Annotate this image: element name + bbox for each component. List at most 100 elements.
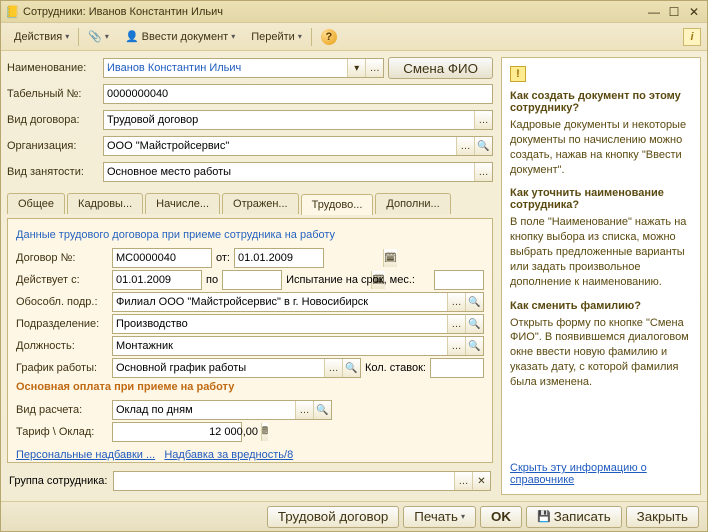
change-fio-button[interactable]: Смена ФИО: [388, 57, 493, 79]
trial-input[interactable]: [435, 271, 493, 289]
emp-type-label: Вид занятости:: [7, 166, 99, 178]
lookup-button[interactable]: 🔍: [342, 359, 360, 377]
group-field[interactable]: … ✕: [113, 471, 491, 491]
ellipsis-button[interactable]: …: [447, 315, 465, 333]
trial-field[interactable]: [434, 270, 484, 290]
rates-field[interactable]: ▾: [430, 358, 484, 378]
tabno-input[interactable]: [104, 85, 492, 103]
hazard-bonus-link[interactable]: Надбавка за вредность/8: [164, 449, 293, 461]
pay-type-field[interactable]: … 🔍: [112, 400, 332, 420]
minimize-button[interactable]: —: [645, 4, 663, 20]
lookup-button[interactable]: 🔍: [465, 337, 483, 355]
ellipsis-button[interactable]: …: [474, 111, 492, 129]
calc-button[interactable]: 🖩: [261, 423, 268, 441]
enter-document-label: Ввести документ: [142, 31, 229, 43]
position-field[interactable]: … 🔍: [112, 336, 484, 356]
ellipsis-button[interactable]: …: [447, 337, 465, 355]
division-input[interactable]: [113, 293, 447, 311]
toolbar-link-button[interactable]: 📎▾: [81, 27, 116, 46]
schedule-input[interactable]: [113, 359, 324, 377]
footer: Трудовой договор Печать ▾ OK 💾 Записать …: [1, 501, 707, 531]
tab-panel-contract: Данные трудового договора при приеме сот…: [7, 218, 493, 463]
contract-print-button[interactable]: Трудовой договор: [267, 506, 399, 528]
contract-no-field[interactable]: [112, 248, 212, 268]
help-q2: Как уточнить наименование сотрудника?: [510, 187, 692, 211]
tab-reflection[interactable]: Отражен...: [222, 193, 299, 214]
save-button[interactable]: 💾 Записать: [526, 506, 622, 528]
maximize-button[interactable]: ☐: [665, 4, 683, 20]
group-input[interactable]: [114, 472, 454, 490]
clear-button[interactable]: ✕: [472, 472, 490, 490]
help-a3: Открыть форму по кнопке "Смена ФИО". В п…: [510, 316, 692, 390]
pay-type-input[interactable]: [113, 401, 295, 419]
enter-document-button[interactable]: 👤 Ввести документ ▾: [118, 27, 242, 46]
ellipsis-button[interactable]: …: [295, 401, 313, 419]
goto-menu[interactable]: Перейти ▾: [244, 28, 309, 46]
help-a1: Кадровые документы и некоторые документы…: [510, 118, 692, 177]
ellipsis-button[interactable]: …: [456, 137, 474, 155]
info-toggle-button[interactable]: i: [683, 28, 701, 46]
lookup-button[interactable]: 🔍: [313, 401, 331, 419]
dept-label: Подразделение:: [16, 318, 108, 330]
emp-type-field[interactable]: …: [103, 162, 493, 182]
calendar-button[interactable]: 🗓: [383, 249, 397, 267]
tab-accruals[interactable]: Начисле...: [145, 193, 220, 214]
link-icon: 📎: [88, 30, 102, 43]
contract-type-input[interactable]: [104, 111, 474, 129]
pay-rate-input[interactable]: [113, 423, 261, 441]
ellipsis-button[interactable]: …: [454, 472, 472, 490]
division-field[interactable]: … 🔍: [112, 292, 484, 312]
ok-button[interactable]: OK: [480, 506, 522, 528]
valid-from-field[interactable]: 🗓: [112, 270, 202, 290]
tabno-field[interactable]: [103, 84, 493, 104]
chevron-down-icon: ▾: [298, 32, 302, 41]
ellipsis-button[interactable]: …: [474, 163, 492, 181]
contract-type-label: Вид договора:: [7, 114, 99, 126]
close-button[interactable]: Закрыть: [626, 506, 699, 528]
tab-additional[interactable]: Дополни...: [375, 193, 450, 214]
org-input[interactable]: [104, 137, 456, 155]
lookup-button[interactable]: 🔍: [465, 315, 483, 333]
position-input[interactable]: [113, 337, 447, 355]
help-q3: Как сменить фамилию?: [510, 300, 692, 312]
close-window-button[interactable]: ✕: [685, 4, 703, 20]
section-contract-data: Данные трудового договора при приеме сот…: [16, 229, 484, 241]
goto-label: Перейти: [251, 31, 295, 43]
save-icon: 💾: [537, 510, 551, 523]
chevron-down-icon: ▾: [231, 32, 235, 41]
ellipsis-button[interactable]: …: [447, 293, 465, 311]
schedule-field[interactable]: … 🔍: [112, 358, 361, 378]
pay-rate-field[interactable]: 🖩: [112, 422, 242, 442]
tab-contract[interactable]: Трудово...: [301, 194, 374, 215]
name-field[interactable]: ▾ …: [103, 58, 384, 78]
name-label: Наименование:: [7, 62, 99, 74]
personal-bonuses-link[interactable]: Персональные надбавки ...: [16, 449, 155, 461]
ellipsis-button[interactable]: …: [365, 59, 383, 77]
name-input[interactable]: [104, 59, 347, 77]
dept-field[interactable]: … 🔍: [112, 314, 484, 334]
tab-hr[interactable]: Кадровы...: [67, 193, 143, 214]
ellipsis-button[interactable]: …: [324, 359, 342, 377]
contract-type-field[interactable]: …: [103, 110, 493, 130]
help-button[interactable]: ?: [314, 26, 344, 48]
emp-type-input[interactable]: [104, 163, 474, 181]
actions-menu[interactable]: Действия ▾: [7, 28, 76, 46]
dept-input[interactable]: [113, 315, 447, 333]
contract-from-label: от:: [216, 252, 230, 264]
lookup-button[interactable]: 🔍: [465, 293, 483, 311]
app-icon: 📒: [5, 5, 19, 19]
tab-general[interactable]: Общее: [7, 193, 65, 214]
valid-to-field[interactable]: 🗓: [222, 270, 282, 290]
contract-no-label: Договор №:: [16, 252, 108, 264]
lookup-button[interactable]: 🔍: [474, 137, 492, 155]
dropdown-button[interactable]: ▾: [347, 59, 365, 77]
rates-input[interactable]: [431, 359, 493, 377]
print-label: Печать: [414, 509, 458, 524]
org-field[interactable]: … 🔍: [103, 136, 493, 156]
print-menu-button[interactable]: Печать ▾: [403, 506, 476, 528]
hide-help-link[interactable]: Скрыть эту информацию о справочнике: [510, 462, 692, 486]
contract-from-input[interactable]: [235, 249, 383, 267]
actions-label: Действия: [14, 31, 62, 43]
contract-from-field[interactable]: 🗓: [234, 248, 324, 268]
alert-icon: !: [510, 66, 526, 82]
